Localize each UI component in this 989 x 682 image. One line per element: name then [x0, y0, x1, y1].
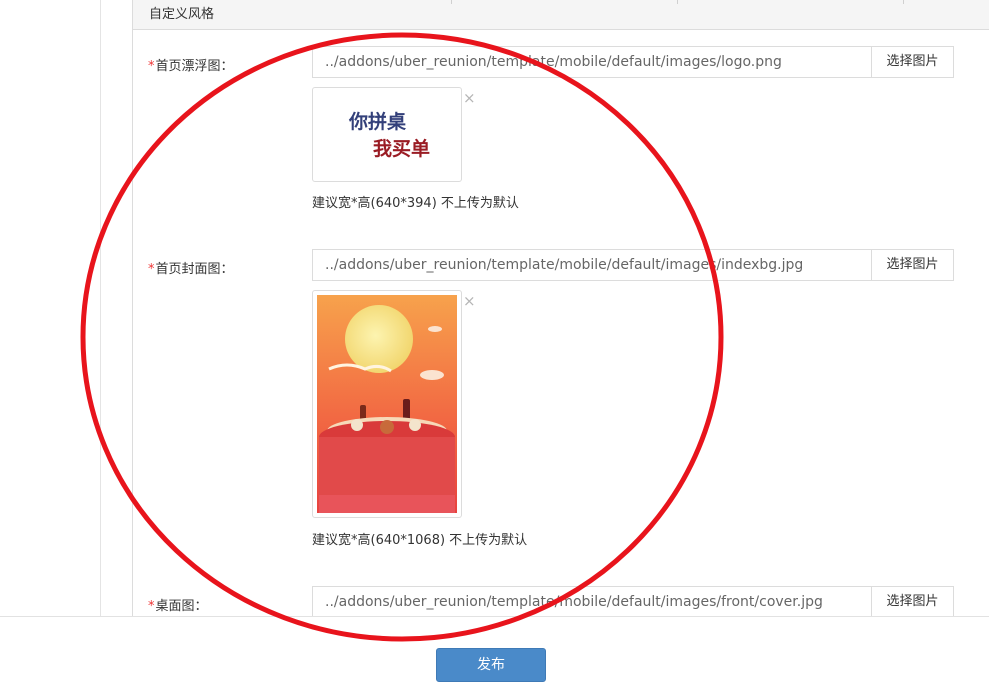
logo-text-line-2: 我买单 — [373, 137, 430, 160]
tab-divider — [677, 0, 678, 4]
tab-divider — [451, 0, 452, 4]
remove-image-icon[interactable]: × — [463, 91, 476, 106]
required-mark: * — [148, 599, 155, 614]
field-cover-image: *首页封面图： 选择图片 — [132, 249, 989, 554]
field-desktop-image: *桌面图： 选择图片 — [132, 586, 989, 616]
size-hint: 建议宽*高(640*1068) 不上传为默认 — [312, 533, 528, 548]
logo-text-line-1: 你拼桌 — [348, 110, 406, 133]
image-path-input[interactable] — [313, 47, 873, 77]
cover-preview-image — [317, 295, 457, 513]
tab-divider — [903, 0, 904, 4]
form-footer: 发布 — [0, 616, 989, 682]
size-hint: 建议宽*高(640*394) 不上传为默认 — [312, 196, 519, 211]
panel-title: 自定义风格 — [149, 7, 215, 22]
remove-image-icon[interactable]: × — [463, 294, 476, 309]
label-text: 首页漂浮图： — [155, 59, 234, 74]
required-mark: * — [148, 262, 155, 277]
image-preview: 你拼桌 我买单 — [312, 87, 462, 182]
field-floating-image: *首页漂浮图： 选择图片 你拼桌 我买单 × 建议宽*高(640*394) 不上… — [132, 46, 989, 216]
panel-header: 自定义风格 — [133, 0, 989, 30]
field-label: *首页封面图： — [148, 258, 234, 277]
image-path-group: 选择图片 — [312, 46, 954, 78]
label-text: 首页封面图： — [155, 262, 234, 277]
field-label: *桌面图： — [148, 595, 208, 614]
image-path-input[interactable] — [313, 250, 873, 280]
image-path-group: 选择图片 — [312, 249, 954, 281]
image-path-input[interactable] — [313, 587, 873, 616]
publish-button[interactable]: 发布 — [436, 648, 546, 682]
select-image-button[interactable]: 选择图片 — [871, 47, 953, 77]
logo-preview-image: 你拼桌 我买单 — [317, 92, 457, 177]
select-image-button[interactable]: 选择图片 — [871, 250, 953, 280]
image-preview — [312, 290, 462, 518]
layout-divider — [100, 0, 101, 616]
field-label: *首页漂浮图： — [148, 55, 234, 74]
select-image-button[interactable]: 选择图片 — [871, 587, 953, 616]
label-text: 桌面图： — [155, 599, 208, 614]
required-mark: * — [148, 59, 155, 74]
image-path-group: 选择图片 — [312, 586, 954, 616]
